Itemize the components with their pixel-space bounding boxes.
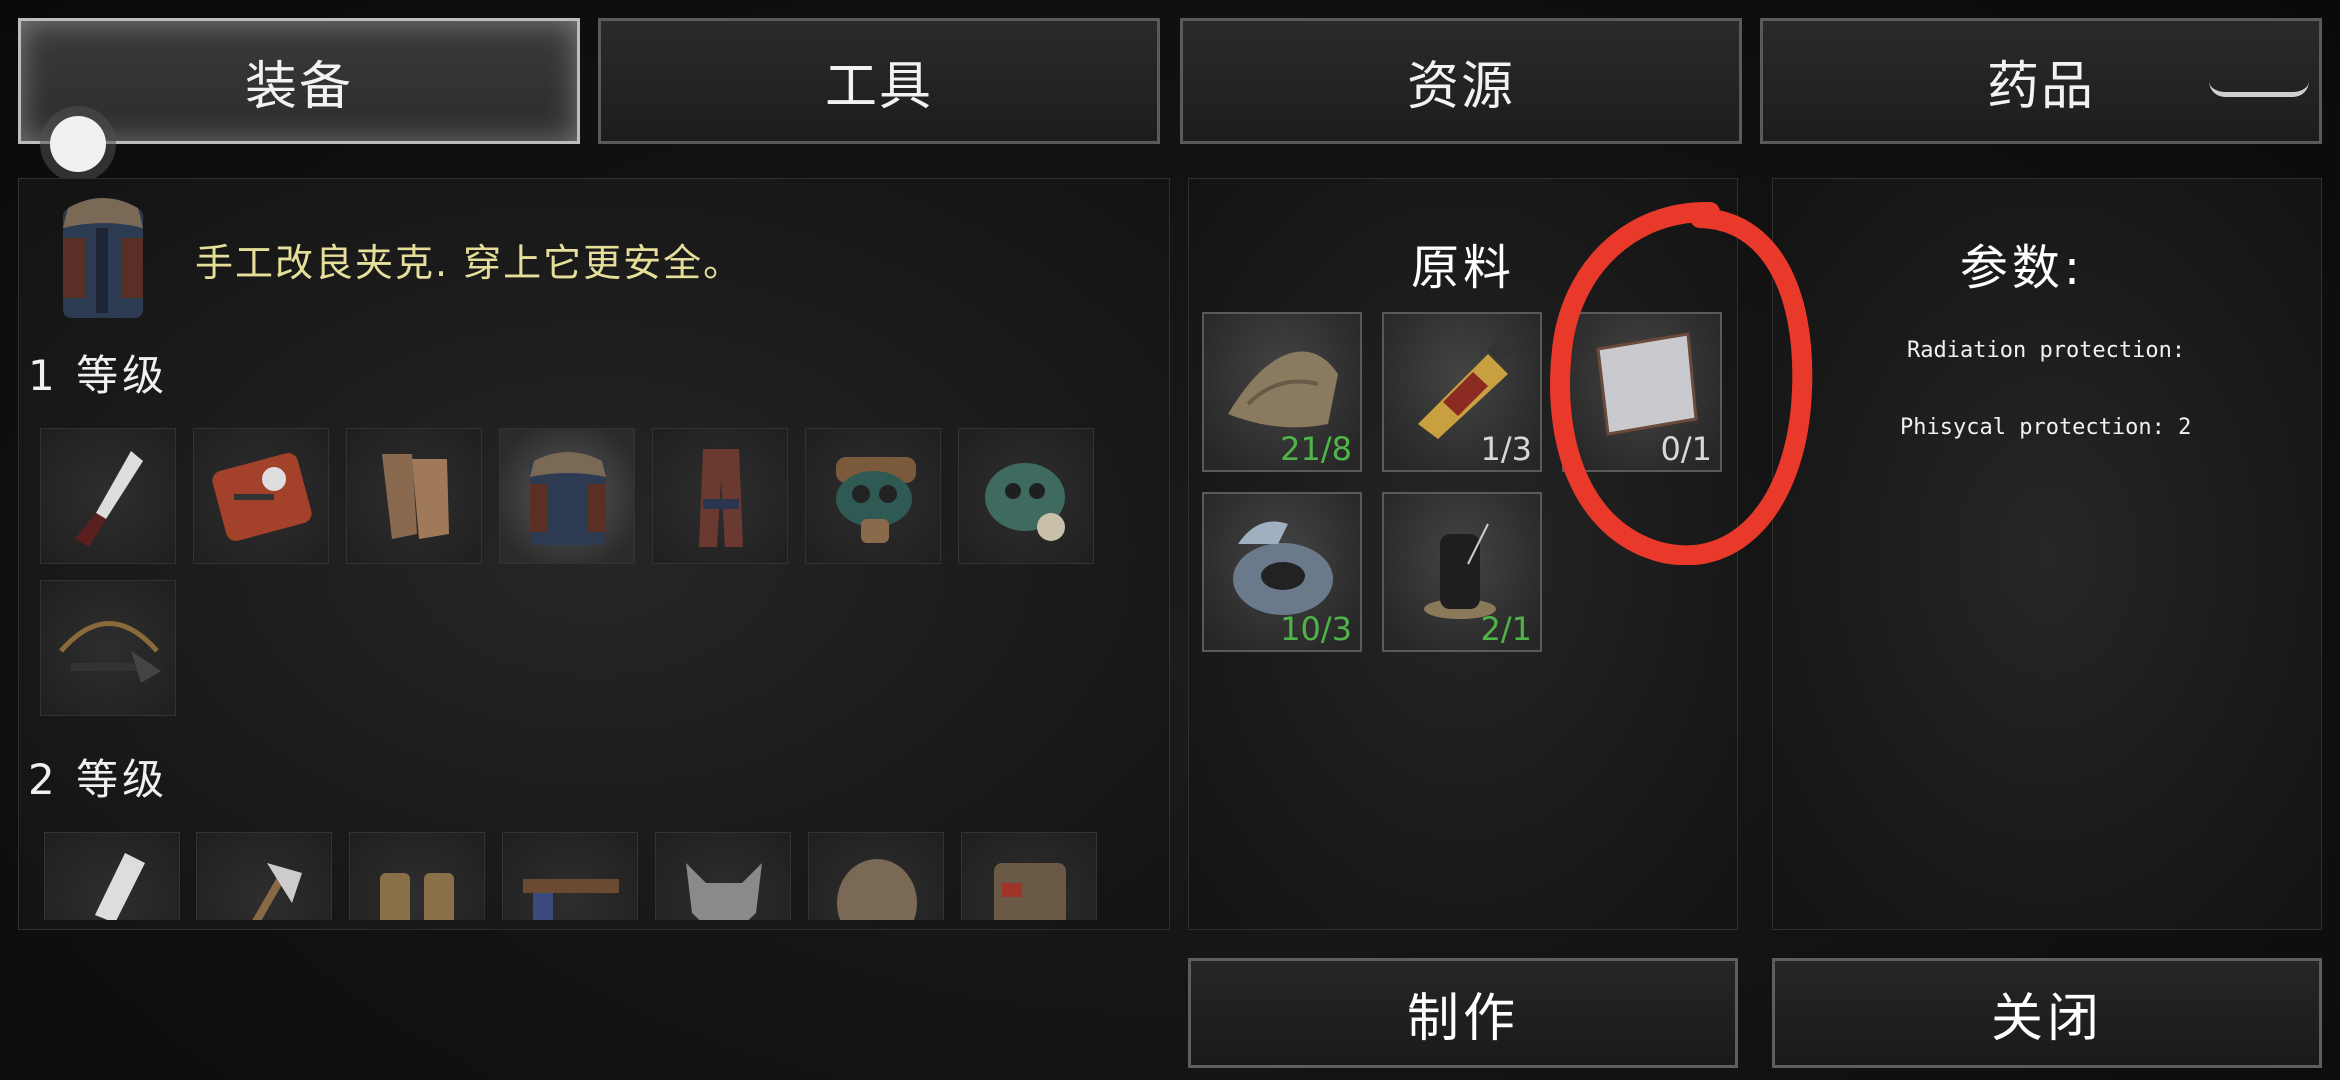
knife-icon [75,451,143,547]
annotation-circle [1550,201,1813,565]
recipe-slot[interactable] [805,428,941,564]
duct-tape-icon [1233,521,1333,615]
tab-equipment[interactable]: 装备 [18,18,580,144]
material-slot[interactable]: 1/3 [1382,312,1542,472]
cloth-icon [1228,351,1338,428]
recipe-slot-selected[interactable] [499,428,635,564]
armored-jacket-icon [994,863,1066,920]
material-count: 1/3 [1480,430,1533,468]
material-slot[interactable]: 10/3 [1202,492,1362,652]
level-1-label: 1 等级 [28,351,169,400]
recipe-slot[interactable] [40,428,176,564]
recipe-slot[interactable] [346,428,482,564]
tab-label: 工具 [824,56,933,117]
recipe-slot[interactable] [349,832,485,920]
jacket-icon [63,198,143,318]
param-physical: Phisycal protection: 2 [1900,415,2192,440]
tab-label: 资源 [1406,56,1515,117]
recipe-slot[interactable] [808,832,944,920]
close-button[interactable]: 关闭 [1772,958,2322,1068]
recipe-slot[interactable] [655,832,791,920]
close-button-label: 关闭 [1990,988,2103,1049]
floating-toggle-button[interactable] [50,116,106,172]
axe-icon [237,863,302,920]
jacket-icon [530,452,606,545]
tab-tools[interactable]: 工具 [598,18,1160,144]
material-count: 21/8 [1280,430,1352,468]
recipe-slot[interactable] [40,580,176,716]
level-2-row [40,832,1140,920]
recipe-slot[interactable] [502,832,638,920]
recipe-slot[interactable] [652,428,788,564]
material-count: 10/3 [1280,610,1352,648]
pants-icon [699,449,743,547]
param-radiation: Radiation protection: [1907,338,2186,363]
material-count: 2/1 [1480,610,1533,648]
big-knife-icon [95,853,145,920]
radio-icon [212,453,312,541]
recipe-slot[interactable] [196,832,332,920]
fur-hood-icon [837,859,917,920]
material-slot[interactable]: 2/1 [1382,492,1542,652]
tab-resources[interactable]: 资源 [1180,18,1742,144]
glue-tube-icon [1418,333,1517,439]
pistol-icon [523,879,619,920]
recipe-slot[interactable] [958,428,1094,564]
tab-label: 装备 [244,56,353,117]
crossbow-icon [59,621,161,683]
craft-button-label: 制作 [1406,988,1519,1049]
params-title: 参数: [1959,240,2085,296]
recipe-slot[interactable] [44,832,180,920]
item-description: 手工改良夹克. 穿上它更安全。 [195,241,744,285]
recipe-slot[interactable] [193,428,329,564]
material-slot[interactable]: 21/8 [1202,312,1362,472]
gloves-icon [382,454,449,539]
gas-mask-icon [836,457,916,543]
collapse-icon[interactable] [2209,81,2309,97]
tab-medicine[interactable]: 药品 [1760,18,2322,144]
wolf-head-icon [686,863,762,920]
craft-button[interactable]: 制作 [1188,958,1738,1068]
level-2-label: 2 等级 [28,755,169,804]
recipe-slot[interactable] [961,832,1097,920]
binoculars-icon [380,873,454,920]
tab-label: 药品 [1986,56,2095,117]
respirator-icon [985,463,1065,541]
thread-spool-icon [1424,523,1496,619]
